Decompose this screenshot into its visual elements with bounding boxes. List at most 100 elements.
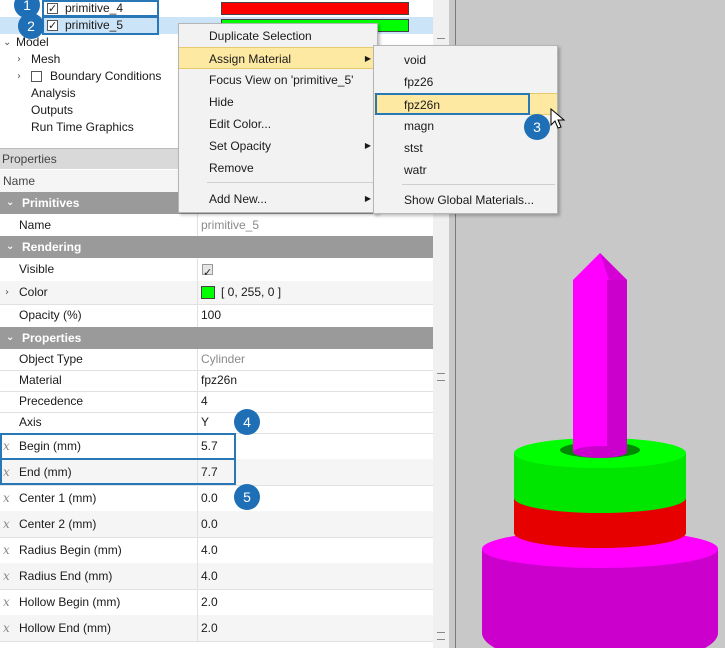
column-divider — [197, 304, 198, 327]
property-label: Radius Begin (mm) — [19, 543, 122, 557]
column-divider — [197, 281, 198, 304]
material-item-stst[interactable]: stst — [374, 137, 557, 159]
property-label: Center 2 (mm) — [19, 517, 97, 531]
material-item-fpz26[interactable]: fpz26 — [374, 71, 557, 93]
properties-scrollbar[interactable] — [433, 170, 449, 648]
menu-item-set-opacity[interactable]: Set Opacity ▶ — [179, 135, 377, 157]
property-value[interactable]: primitive_5 — [201, 214, 259, 236]
menu-item-label: Hide — [209, 95, 234, 109]
section-title-primitives: Primitives — [22, 196, 80, 210]
menu-item-remove[interactable]: Remove — [179, 157, 377, 179]
menu-item-label: Remove — [209, 161, 254, 175]
property-row-center-1[interactable]: x Center 1 (mm) 0.0 — [0, 485, 433, 512]
property-row-hollow-begin[interactable]: x Hollow Begin (mm) 2.0 — [0, 589, 433, 616]
expand-arrow-icon[interactable]: › — [5, 281, 9, 304]
property-row-opacity[interactable]: Opacity (%) 100 — [0, 304, 433, 328]
property-label: Axis — [19, 415, 42, 429]
menu-separator — [402, 184, 555, 185]
callout-2: 2 — [18, 13, 44, 39]
property-row-radius-begin[interactable]: x Radius Begin (mm) 4.0 — [0, 537, 433, 564]
variable-x-icon[interactable]: x — [3, 589, 10, 615]
variable-x-icon[interactable]: x — [3, 485, 10, 511]
variable-x-icon[interactable]: x — [3, 511, 10, 537]
property-row-color[interactable]: › Color [ 0, 255, 0 ] — [0, 281, 433, 305]
property-value[interactable]: 2.0 — [201, 589, 218, 615]
menu-item-label: Assign Material — [209, 52, 292, 66]
property-label: Name — [19, 218, 52, 232]
section-header-properties[interactable]: ⌄ Properties — [0, 327, 433, 349]
property-value[interactable]: [ 0, 255, 0 ] — [221, 281, 281, 304]
property-value[interactable]: 4.0 — [201, 563, 218, 589]
primitive-4-color-swatch — [221, 2, 409, 15]
callout-3: 3 — [524, 114, 550, 140]
collapse-chevron-icon[interactable]: ⌄ — [6, 327, 14, 349]
property-label: Material — [19, 373, 62, 387]
mouse-cursor-icon — [550, 108, 566, 129]
property-row-radius-end[interactable]: x Radius End (mm) 4.0 — [0, 563, 433, 590]
menu-item-hide[interactable]: Hide — [179, 91, 377, 113]
collapse-chevron-icon[interactable]: ⌄ — [6, 236, 14, 258]
menu-item-label: stst — [404, 141, 423, 155]
column-divider — [197, 370, 198, 391]
thin-cylinder-shade — [607, 280, 627, 452]
property-value[interactable]: 4.0 — [201, 537, 218, 563]
highlight-begin-end-rows — [0, 433, 236, 460]
property-row-visible[interactable]: Visible — [0, 258, 433, 284]
menu-item-label: Focus View on 'primitive_5' — [209, 73, 354, 87]
highlight-fpz26n — [375, 93, 530, 115]
column-divider — [197, 391, 198, 412]
property-row-center-2[interactable]: x Center 2 (mm) 0.0 — [0, 511, 433, 538]
property-value[interactable]: 4 — [201, 391, 208, 412]
menu-item-focus-view[interactable]: Focus View on 'primitive_5' — [179, 69, 377, 91]
property-label: Object Type — [19, 352, 83, 366]
property-row-name[interactable]: Name primitive_5 — [0, 214, 433, 237]
property-row-object-type[interactable]: Object Type Cylinder — [0, 349, 433, 371]
color-swatch[interactable] — [201, 286, 215, 299]
menu-item-duplicate-selection[interactable]: Duplicate Selection — [179, 25, 377, 47]
highlight-primitive-5 — [42, 16, 159, 35]
column-divider — [197, 589, 198, 615]
visible-checkbox[interactable] — [202, 261, 213, 284]
run-time-graphics-label: Run Time Graphics — [31, 120, 134, 134]
property-value[interactable]: 2.0 — [201, 615, 218, 641]
property-value[interactable]: Y — [201, 412, 209, 433]
variable-x-icon[interactable]: x — [3, 563, 10, 589]
section-header-rendering[interactable]: ⌄ Rendering — [0, 236, 433, 258]
menu-item-assign-material[interactable]: Assign Material ▶ — [179, 47, 377, 69]
menu-item-add-new[interactable]: Add New... ▶ — [179, 188, 377, 210]
properties-title: Properties — [2, 152, 57, 166]
property-row-material[interactable]: Material fpz26n — [0, 370, 433, 392]
column-divider — [197, 485, 198, 511]
property-row-axis[interactable]: Axis Y — [0, 412, 433, 434]
expand-arrow-icon[interactable]: › — [17, 68, 21, 85]
collapse-chevron-icon[interactable]: ⌄ — [6, 192, 14, 214]
column-divider — [197, 563, 198, 589]
context-menu: Duplicate Selection Assign Material ▶ Foc… — [178, 23, 378, 213]
callout-4: 4 — [234, 409, 260, 435]
property-label: Color — [19, 285, 48, 299]
submenu-arrow-icon: ▶ — [364, 194, 371, 203]
grip-icon — [437, 632, 445, 640]
property-label: Hollow End (mm) — [19, 621, 112, 635]
menu-item-show-global-materials[interactable]: Show Global Materials... — [374, 189, 557, 211]
property-value[interactable]: 0.0 — [201, 511, 218, 537]
property-value[interactable]: 0.0 — [201, 485, 218, 511]
property-value[interactable]: fpz26n — [201, 370, 237, 391]
variable-x-icon[interactable]: x — [3, 537, 10, 563]
boundary-conditions-checkbox[interactable] — [31, 71, 42, 82]
property-row-precedence[interactable]: Precedence 4 — [0, 391, 433, 413]
column-divider — [197, 349, 198, 370]
column-divider — [197, 615, 198, 641]
menu-item-label: Set Opacity — [209, 139, 272, 153]
name-column-header: Name — [3, 174, 36, 188]
material-item-void[interactable]: void — [374, 49, 557, 71]
menu-item-label: Duplicate Selection — [209, 29, 312, 43]
collapse-arrow-icon[interactable]: ⌄ — [3, 34, 11, 51]
expand-arrow-icon[interactable]: › — [17, 51, 21, 68]
menu-item-edit-color[interactable]: Edit Color... — [179, 113, 377, 135]
property-value[interactable]: 100 — [201, 304, 221, 327]
variable-x-icon[interactable]: x — [3, 615, 10, 641]
thin-cylinder-bottom — [573, 446, 627, 458]
property-row-hollow-end[interactable]: x Hollow End (mm) 2.0 — [0, 615, 433, 642]
material-item-watr[interactable]: watr — [374, 159, 557, 181]
